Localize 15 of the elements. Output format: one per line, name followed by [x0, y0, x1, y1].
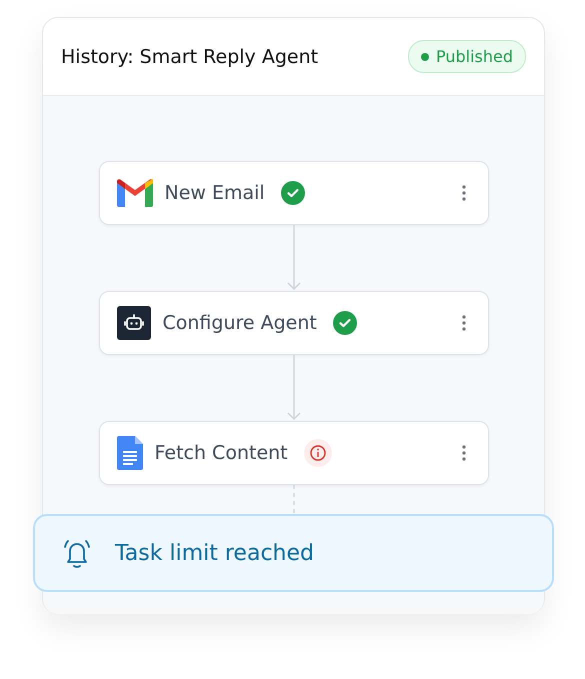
mail-icon [116, 179, 152, 207]
workflow-step[interactable]: Configure Agent [98, 291, 488, 355]
step-label: Configure Agent [162, 312, 317, 334]
document-icon [116, 436, 142, 470]
connector-arrow [286, 225, 302, 291]
workflow-step[interactable]: Fetch Content [98, 421, 488, 485]
connector-arrow [286, 355, 302, 421]
workflow-step[interactable]: New Email [98, 161, 488, 225]
step-label: Fetch Content [154, 442, 288, 464]
step-label: New Email [164, 182, 265, 204]
dashed-connector [292, 485, 296, 515]
banner-message: Task limit reached [115, 540, 314, 566]
status-badge: Published [408, 40, 526, 73]
window-title: History: Smart Reply Agent [61, 46, 318, 68]
robot-icon [116, 306, 150, 340]
